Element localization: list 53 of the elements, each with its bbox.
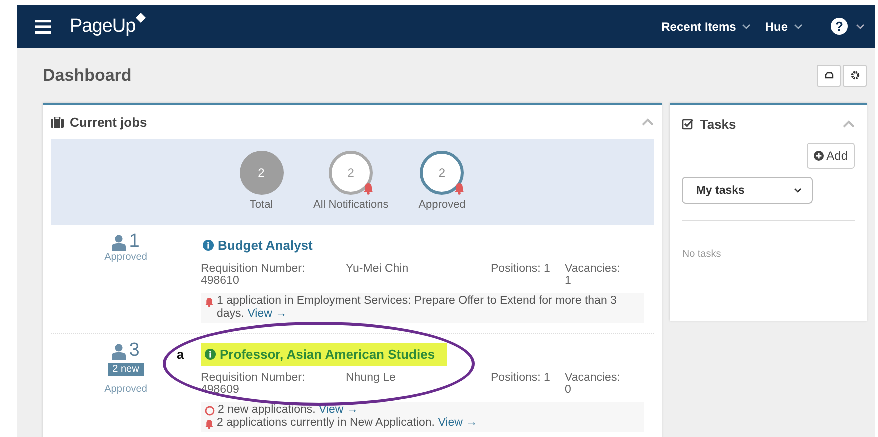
nav-menu[interactable]: Recent Items (662, 20, 752, 34)
hiring-manager: Yu-Mei Chin (346, 263, 410, 277)
panel-title: Tasks (700, 116, 738, 132)
checkbox-icon (682, 118, 694, 130)
add-button[interactable]: Add (806, 143, 855, 169)
stat-label: Total (250, 199, 274, 211)
notice-text: 2 new applications. View → (218, 404, 358, 417)
person-icon (112, 344, 126, 360)
panel-title: Current jobs (70, 114, 148, 130)
new-badge: 2 new (108, 363, 144, 376)
task-filter-dropdown[interactable]: My tasks (682, 177, 814, 204)
chevron-down-icon (794, 188, 802, 193)
hiring-manager: Nhung Le (346, 372, 397, 386)
requisition-number: Requisition Number: 498610 (201, 263, 306, 287)
stat-label: Approved (418, 199, 466, 211)
job-status: Approved (104, 384, 148, 395)
inbox-icon (824, 72, 834, 79)
view-link[interactable]: View → (438, 417, 478, 429)
settings-button[interactable] (843, 64, 867, 86)
vacancies-count: Vacancies: 1 (565, 263, 622, 287)
job-status: Approved (104, 252, 148, 263)
gear-icon (850, 71, 860, 80)
job-title-link[interactable]: Budget Analyst (201, 238, 315, 252)
view-link[interactable]: View → (319, 404, 358, 416)
annotation-label: a (177, 347, 184, 362)
notice-text: 1 application in Employment Services: Prepare Offer to Extend for more than 3 days. View → (217, 295, 618, 321)
notice-text: 2 applications currently in New Application. View → (217, 417, 478, 430)
candidate-count: 1 (129, 233, 140, 251)
info-icon (203, 240, 214, 250)
logo[interactable]: PageUp (70, 16, 136, 38)
stat-label: All Notifications (314, 199, 389, 211)
help-icon[interactable]: ? (831, 18, 848, 35)
chevron-down-icon[interactable] (856, 24, 865, 30)
info-icon (205, 348, 216, 360)
chevron-down-icon (794, 24, 803, 30)
briefcase-icon (51, 116, 64, 128)
inbox-button[interactable] (817, 64, 841, 86)
plus-circle-icon (814, 151, 824, 161)
count-circle[interactable]: 2 (329, 151, 374, 195)
view-link[interactable]: View → (248, 308, 288, 320)
page-title: Dashboard (43, 66, 133, 86)
candidate-count: 3 (129, 342, 140, 360)
diamond-icon (136, 13, 146, 23)
positions-count: Positions: 1 (491, 263, 552, 277)
menu-icon[interactable] (35, 20, 51, 34)
chevron-down-icon (742, 24, 752, 30)
positions-count: Positions: 1 (491, 372, 552, 386)
vacancies-count: Vacancies: 0 (565, 372, 622, 396)
job-title-link[interactable]: Professor, Asian American Studies (201, 342, 448, 366)
empty-message: No tasks (682, 249, 722, 260)
nav-menu[interactable]: Hue (765, 20, 803, 34)
person-icon (112, 235, 126, 251)
count-circle[interactable]: 2 (420, 151, 464, 195)
